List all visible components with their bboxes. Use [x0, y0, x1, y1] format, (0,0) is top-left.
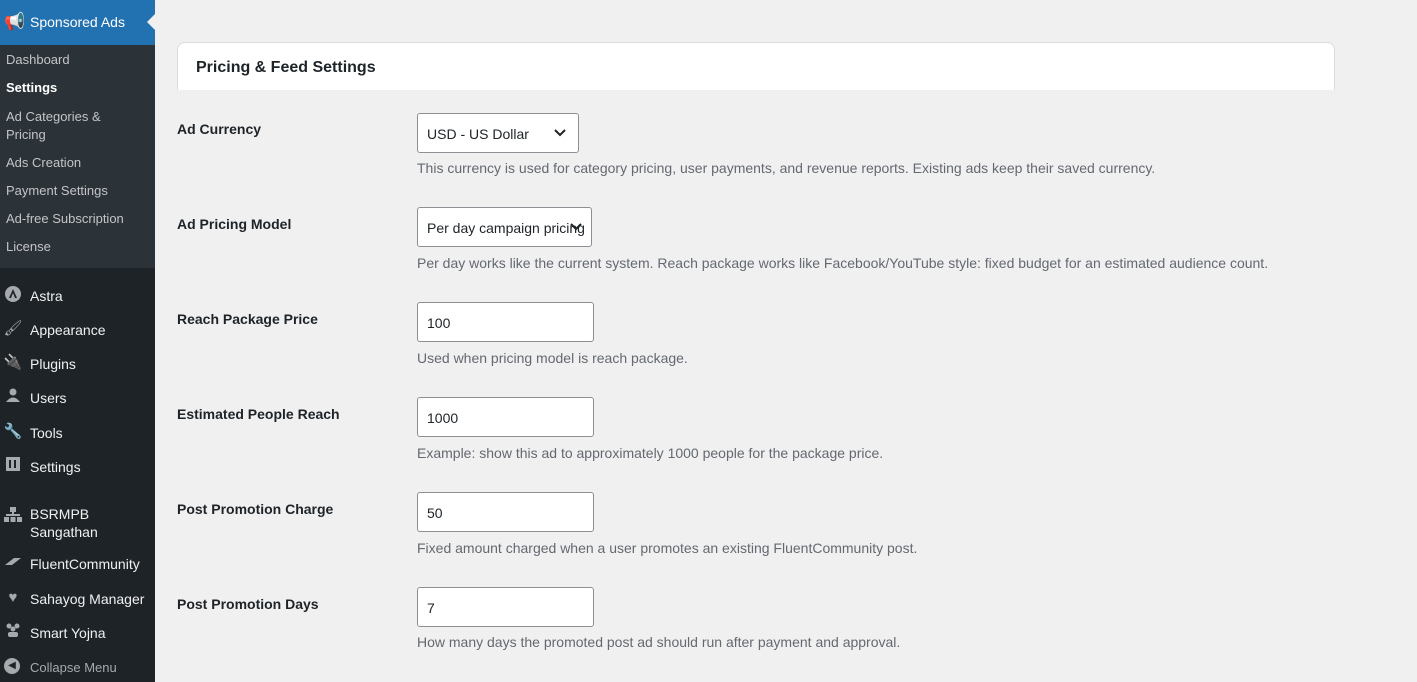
network-icon [3, 507, 23, 527]
ad-pricing-model-description: Per day works like the current system. R… [417, 255, 1269, 271]
estimated-people-reach-description: Example: show this ad to approximately 1… [417, 445, 884, 461]
post-promotion-charge-label: Post Promotion Charge [177, 501, 334, 517]
reach-package-price-label: Reach Package Price [177, 311, 318, 327]
reach-package-price-value: 100 [427, 315, 451, 331]
post-promotion-days-input[interactable]: 7 [417, 587, 594, 627]
sidebar-item-astra[interactable]: Astra [0, 281, 155, 311]
paintbrush-icon: 🖌 [3, 320, 23, 337]
chevron-down-icon [554, 125, 566, 141]
plugin-submenu: Dashboard Settings Ad Categories & Prici… [0, 45, 155, 268]
submenu-item-ad-free-subscription[interactable]: Ad-free Subscription [6, 210, 146, 228]
sidebar-item-users[interactable]: Users [0, 383, 155, 413]
chevron-down-icon [570, 219, 582, 235]
reach-package-price-input[interactable]: 100 [417, 302, 594, 342]
post-promotion-days-description: How many days the promoted post ad shoul… [417, 634, 901, 650]
submenu-item-ads-creation[interactable]: Ads Creation [6, 154, 146, 172]
estimated-people-reach-value: 1000 [427, 410, 459, 426]
sidebar-item-label: FluentCommunity [30, 556, 140, 572]
fluent-icon [3, 553, 23, 573]
estimated-people-reach-input[interactable]: 1000 [417, 397, 594, 437]
sidebar-item-label: Plugins [30, 356, 76, 372]
sidebar-item-plugins[interactable]: 🔌 Plugins [0, 349, 155, 379]
sidebar-item-label: Users [30, 390, 67, 406]
wrench-icon: 🔧 [3, 423, 23, 440]
plugin-icon: 🔌 [3, 354, 23, 371]
settings-icon [3, 456, 23, 476]
group-icon [3, 622, 23, 642]
sidebar-item-label: Smart Yojna [30, 625, 106, 641]
ad-pricing-model-value: Per day campaign pricing [427, 220, 585, 236]
astra-icon [3, 285, 23, 305]
ad-currency-description: This currency is used for category prici… [417, 160, 1156, 176]
post-promotion-charge-description: Fixed amount charged when a user promote… [417, 540, 918, 556]
sidebar-item-bsrmpb-sangathan[interactable]: BSRMPB Sangathan [0, 503, 155, 541]
sidebar-item-sponsored-ads[interactable]: 📢 Sponsored Ads [0, 0, 155, 45]
collapse-menu-button[interactable]: ◀ Collapse Menu [0, 654, 155, 680]
sidebar-item-fluentcommunity[interactable]: FluentCommunity [0, 549, 155, 579]
submenu-item-payment-settings[interactable]: Payment Settings [6, 182, 146, 200]
sidebar-item-sahayog-manager[interactable]: ♥ Sahayog Manager [0, 584, 155, 614]
admin-sidebar: 📢 Sponsored Ads Dashboard Settings Ad Ca… [0, 0, 155, 682]
ad-currency-label: Ad Currency [177, 121, 262, 137]
submenu-item-ad-categories-pricing[interactable]: Ad Categories & Pricing [6, 108, 116, 144]
submenu-item-settings[interactable]: Settings [6, 79, 146, 97]
sidebar-item-label: Astra [30, 288, 63, 304]
reach-package-price-description: Used when pricing model is reach package… [417, 350, 688, 366]
submenu-item-license[interactable]: License [6, 238, 146, 256]
users-icon [3, 387, 23, 407]
heart-icon: ♥ [8, 589, 18, 606]
sidebar-item-label: Settings [30, 459, 81, 475]
current-menu-arrow [147, 14, 155, 30]
sidebar-item-label: Appearance [30, 322, 106, 338]
post-promotion-days-label: Post Promotion Days [177, 596, 319, 612]
sidebar-item-appearance[interactable]: 🖌 Appearance [0, 315, 155, 345]
megaphone-icon: 📢 [4, 12, 26, 31]
sidebar-item-label: Sahayog Manager [30, 591, 145, 607]
post-promotion-days-value: 7 [427, 600, 435, 616]
settings-card-header: Pricing & Feed Settings [177, 42, 1335, 90]
estimated-people-reach-label: Estimated People Reach [177, 406, 340, 422]
submenu-item-dashboard[interactable]: Dashboard [6, 51, 146, 69]
sidebar-item-label: BSRMPB Sangathan [30, 506, 98, 540]
collapse-arrow-icon: ◀ [4, 658, 20, 674]
ad-currency-value: USD - US Dollar [427, 126, 529, 142]
sidebar-item-label: Tools [30, 425, 63, 441]
ad-pricing-model-select[interactable]: Per day campaign pricing [417, 207, 592, 247]
ad-currency-select[interactable]: USD - US Dollar [417, 113, 579, 153]
page-title: Pricing & Feed Settings [196, 59, 376, 76]
sidebar-item-settings[interactable]: Settings [0, 452, 155, 482]
ad-pricing-model-label: Ad Pricing Model [177, 216, 292, 232]
post-promotion-charge-input[interactable]: 50 [417, 492, 594, 532]
sidebar-item-tools[interactable]: 🔧 Tools [0, 418, 155, 448]
post-promotion-charge-value: 50 [427, 505, 443, 521]
sidebar-item-smart-yojna[interactable]: Smart Yojna [0, 618, 155, 648]
sidebar-item-label: Sponsored Ads [30, 14, 125, 30]
collapse-menu-label: Collapse Menu [30, 660, 117, 675]
